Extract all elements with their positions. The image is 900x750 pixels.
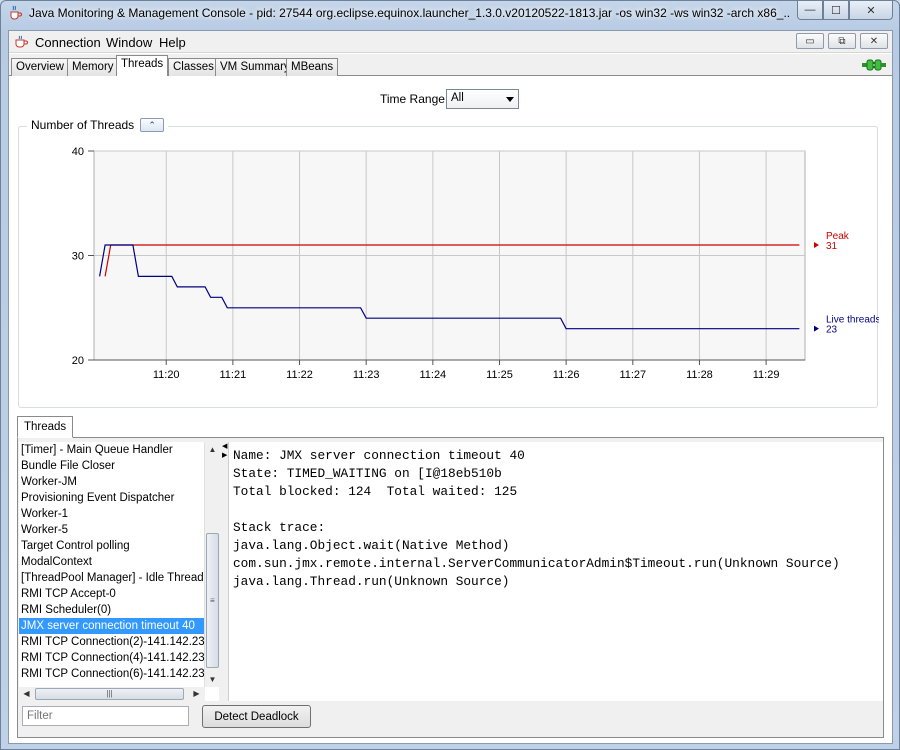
- thread-list-item[interactable]: RMI TCP Connection(2)-141.142.231.: [19, 634, 219, 650]
- x-tick-label: 11:26: [553, 369, 580, 381]
- series-marker-icon: [814, 242, 819, 249]
- detail-line: Stack trace:: [233, 520, 326, 535]
- chevron-down-icon: [506, 97, 514, 102]
- thread-list-pane: [Timer] - Main Queue Handler Bundle File …: [19, 442, 219, 701]
- x-tick-label: 11:21: [220, 369, 247, 381]
- x-tick-label: 11:22: [286, 369, 313, 381]
- hscroll-thumb[interactable]: |||: [35, 688, 184, 700]
- menu-help[interactable]: Help: [159, 35, 186, 50]
- thread-list-item[interactable]: RMI TCP Accept-0: [19, 586, 219, 602]
- frame-minimize-button[interactable]: ▭: [796, 33, 824, 49]
- tab-overview[interactable]: Overview: [11, 58, 69, 76]
- scroll-up-icon[interactable]: ▲: [205, 442, 219, 457]
- detail-line: Name: JMX server connection timeout 40: [233, 448, 525, 463]
- internal-frame: Connection Window Help ▭ ⧉ ✕ Overview Me…: [8, 30, 893, 744]
- close-button[interactable]: ✕: [849, 1, 893, 20]
- split-left-icon[interactable]: ◀: [222, 442, 227, 450]
- java-cup-icon: [10, 5, 22, 20]
- scroll-left-icon[interactable]: ◀: [19, 687, 34, 701]
- split-right-icon[interactable]: ▶: [222, 451, 227, 459]
- chevron-up-icon: ⌃: [148, 119, 156, 130]
- thread-list-item[interactable]: RMI Scheduler(0): [19, 602, 219, 618]
- thread-list-item[interactable]: RMI TCP Connection(6)-141.142.231.: [19, 666, 219, 682]
- java-cup-icon[interactable]: [13, 35, 29, 49]
- series-marker-icon: [814, 325, 819, 332]
- title-bar[interactable]: Java Monitoring & Management Console - p…: [1, 1, 899, 27]
- threads-chart: 40 30 20 11:20 11:21 11:22 11:23 11:24 11:25 11:2…: [72, 146, 879, 381]
- y-tick-label: 20: [72, 355, 84, 367]
- tab-threads[interactable]: Threads: [116, 55, 169, 77]
- frame-restore-button[interactable]: ⧉: [828, 33, 856, 49]
- x-tick-label: 11:25: [486, 369, 513, 381]
- chart-panel-header: Number of Threads ⌃: [27, 118, 169, 132]
- filter-input[interactable]: [22, 706, 189, 726]
- close-icon: ✕: [869, 35, 879, 47]
- minimize-icon: —: [804, 4, 816, 16]
- tab-vm-summary[interactable]: VM Summary: [215, 58, 295, 76]
- tab-memory[interactable]: Memory: [67, 58, 119, 76]
- detail-line: Total blocked: 124 Total waited: 125: [233, 484, 518, 499]
- thread-list-item[interactable]: ModalContext: [19, 554, 219, 570]
- series-legend-value: 23: [826, 325, 838, 336]
- time-range-select[interactable]: All: [446, 89, 519, 109]
- x-tick-label: 11:28: [686, 369, 713, 381]
- thread-list-item[interactable]: RMI TCP Connection(4)-141.142.231.: [19, 650, 219, 666]
- menu-window[interactable]: Window: [106, 35, 152, 50]
- menu-connection[interactable]: Connection: [35, 35, 101, 50]
- thread-list-item[interactable]: Worker-1: [19, 506, 219, 522]
- scroll-down-icon[interactable]: ▼: [205, 672, 219, 687]
- thread-list-item[interactable]: Bundle File Closer: [19, 458, 219, 474]
- detail-line: java.lang.Object.wait(Native Method): [233, 538, 510, 553]
- x-tick-label: 11:20: [153, 369, 180, 381]
- collapse-button[interactable]: ⌃: [140, 118, 165, 132]
- thread-list-vscrollbar[interactable]: ▲ ≡ ▼: [204, 442, 219, 687]
- vscroll-thumb[interactable]: ≡: [206, 533, 219, 668]
- app-window: Java Monitoring & Management Console - p…: [0, 0, 900, 750]
- chart-title: Number of Threads: [31, 118, 135, 132]
- tab-classes[interactable]: Classes: [168, 58, 219, 76]
- connection-plug-icon: [862, 59, 886, 71]
- y-tick-label: 40: [72, 146, 84, 158]
- detail-line: com.sun.jmx.remote.internal.ServerCommun…: [233, 556, 840, 571]
- thread-list-item[interactable]: Worker-JM: [19, 474, 219, 490]
- thread-detail-text[interactable]: Name: JMX server connection timeout 40 St…: [228, 442, 883, 701]
- threads-chart-panel: 40 30 20 11:20 11:21 11:22 11:23 11:24 11:25 11:2…: [18, 126, 879, 408]
- frame-close-button[interactable]: ✕: [860, 33, 888, 49]
- window-title: Java Monitoring & Management Console - p…: [29, 6, 789, 20]
- thread-list: [Timer] - Main Queue Handler Bundle File …: [19, 442, 219, 682]
- detect-deadlock-button[interactable]: Detect Deadlock: [202, 705, 311, 728]
- y-tick-label: 30: [72, 251, 84, 263]
- thread-list-item[interactable]: Provisioning Event Dispatcher: [19, 490, 219, 506]
- x-tick-label: 11:27: [619, 369, 646, 381]
- thread-list-item[interactable]: [ThreadPool Manager] - Idle Thread: [19, 570, 219, 586]
- tab-threads-list[interactable]: Threads: [17, 416, 74, 438]
- thread-list-item[interactable]: [Timer] - Main Queue Handler: [19, 442, 219, 458]
- threads-detail-panel: [Timer] - Main Queue Handler Bundle File …: [17, 437, 884, 738]
- minimize-button[interactable]: —: [797, 1, 823, 20]
- scroll-right-icon[interactable]: ▶: [189, 687, 204, 701]
- thread-list-item[interactable]: Worker-5: [19, 522, 219, 538]
- x-tick-label: 11:23: [353, 369, 380, 381]
- thread-list-item[interactable]: JMX server connection timeout 40: [19, 618, 219, 634]
- maximize-button[interactable]: ☐: [823, 1, 849, 20]
- maximize-icon: ☐: [831, 4, 841, 17]
- threads-page: Time Range: All 40 30 20 11:20 11:21 11:22 11:…: [9, 76, 892, 743]
- detail-line: State: TIMED_WAITING on [I@18eb510b: [233, 466, 502, 481]
- detail-line: java.lang.Thread.run(Unknown Source): [233, 574, 510, 589]
- split-pane-divider[interactable]: ◀ ▶: [220, 442, 228, 701]
- tab-mbeans[interactable]: MBeans: [286, 58, 339, 76]
- series-legend-value: 31: [826, 241, 838, 252]
- time-range-value: All: [451, 92, 464, 104]
- x-tick-label: 11:29: [753, 369, 780, 381]
- restore-icon: ⧉: [838, 35, 846, 47]
- thread-list-item[interactable]: Target Control polling: [19, 538, 219, 554]
- close-icon: ✕: [866, 4, 876, 17]
- menu-bar: Connection Window Help ▭ ⧉ ✕: [9, 31, 892, 53]
- x-tick-label: 11:24: [419, 369, 446, 381]
- detail-line: [233, 501, 879, 519]
- thread-list-hscrollbar[interactable]: ◀ ||| ▶: [19, 687, 205, 701]
- minimize-icon: ▭: [805, 35, 815, 47]
- tab-bar: Overview Memory Threads Classes VM Summa…: [9, 54, 892, 77]
- time-range-label: Time Range:: [380, 92, 449, 106]
